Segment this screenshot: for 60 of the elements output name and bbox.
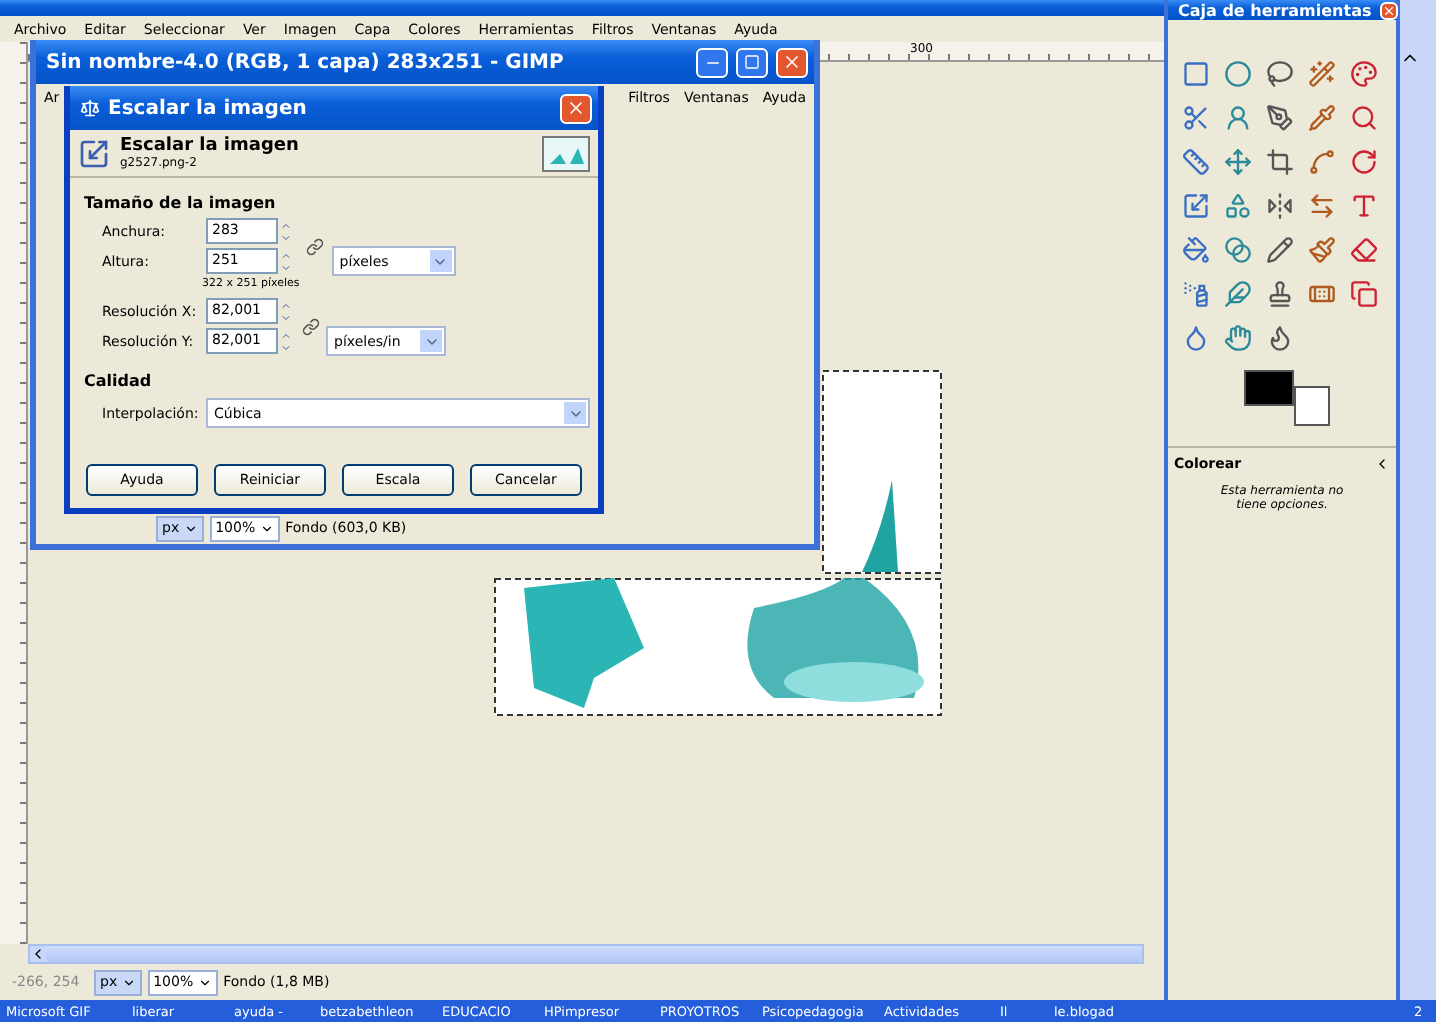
type-icon[interactable] <box>1350 191 1378 219</box>
feather-icon[interactable] <box>1224 279 1252 307</box>
pencil-icon[interactable] <box>1266 235 1294 263</box>
palette-icon[interactable] <box>1350 59 1378 87</box>
dialog-title: Escalar la imagen <box>108 97 309 119</box>
person-icon[interactable] <box>1224 103 1252 131</box>
spray-can-icon[interactable] <box>1182 279 1210 307</box>
minimize-button[interactable] <box>696 47 728 77</box>
maximize-icon <box>744 54 760 70</box>
section-heading: Tamaño de la imagen <box>82 194 278 212</box>
bucket-icon[interactable] <box>1182 235 1210 263</box>
eraser-icon[interactable] <box>1350 235 1378 263</box>
toolbox-title: Caja de herramientas <box>1178 1 1372 19</box>
scale-icon <box>80 98 100 118</box>
shapes-icon[interactable] <box>1224 191 1252 219</box>
close-button[interactable] <box>1379 1 1398 19</box>
blend-icon[interactable] <box>1224 235 1252 263</box>
background-color-swatch[interactable] <box>1294 386 1330 426</box>
circle-icon[interactable] <box>1224 59 1252 87</box>
close-icon <box>566 98 586 118</box>
scroll-left-icon[interactable] <box>30 946 46 962</box>
chain-icon[interactable] <box>301 318 319 336</box>
search-icon[interactable] <box>1350 103 1378 131</box>
section-heading: Calidad <box>82 372 154 390</box>
lasso-icon[interactable] <box>1266 59 1294 87</box>
chevron-down-icon <box>121 975 136 989</box>
flame-icon[interactable] <box>1266 323 1294 351</box>
chain-icon[interactable] <box>306 237 325 255</box>
crop-icon[interactable] <box>1266 147 1294 175</box>
wand-icon[interactable] <box>1308 59 1336 87</box>
collapse-icon[interactable] <box>1374 456 1390 472</box>
chevron-down-icon <box>183 521 198 535</box>
close-button[interactable] <box>776 47 808 77</box>
stamp-icon[interactable] <box>1266 279 1294 307</box>
horizontal-scrollbar[interactable] <box>28 944 1144 964</box>
copy-icon[interactable] <box>1350 279 1378 307</box>
scale-icon <box>78 137 110 169</box>
chevron-down-icon <box>197 975 212 989</box>
move-icon[interactable] <box>1224 147 1252 175</box>
maximize-button[interactable] <box>736 47 768 77</box>
brush-icon[interactable] <box>1308 235 1336 263</box>
arrows-icon[interactable] <box>1308 191 1336 219</box>
hand-icon[interactable] <box>1224 323 1252 351</box>
foreground-color-swatch[interactable] <box>1244 370 1294 406</box>
close-icon <box>782 52 802 72</box>
square-icon[interactable] <box>1182 59 1210 87</box>
scale-icon[interactable] <box>1182 191 1210 219</box>
dialog-heading: Escalar la imagen <box>120 136 301 156</box>
pipette-icon[interactable] <box>1308 103 1336 131</box>
pen-icon[interactable] <box>1266 103 1294 131</box>
rotate-icon[interactable] <box>1350 147 1378 175</box>
scissors-icon[interactable] <box>1182 103 1210 131</box>
flip-icon[interactable] <box>1266 191 1294 219</box>
image-thumbnail <box>542 135 590 171</box>
close-icon <box>1381 3 1396 17</box>
curve-icon[interactable] <box>1308 147 1336 175</box>
ruler-icon[interactable] <box>1182 147 1210 175</box>
chevron-down-icon <box>259 521 274 535</box>
close-button[interactable] <box>560 93 592 123</box>
droplet-icon[interactable] <box>1182 323 1210 351</box>
